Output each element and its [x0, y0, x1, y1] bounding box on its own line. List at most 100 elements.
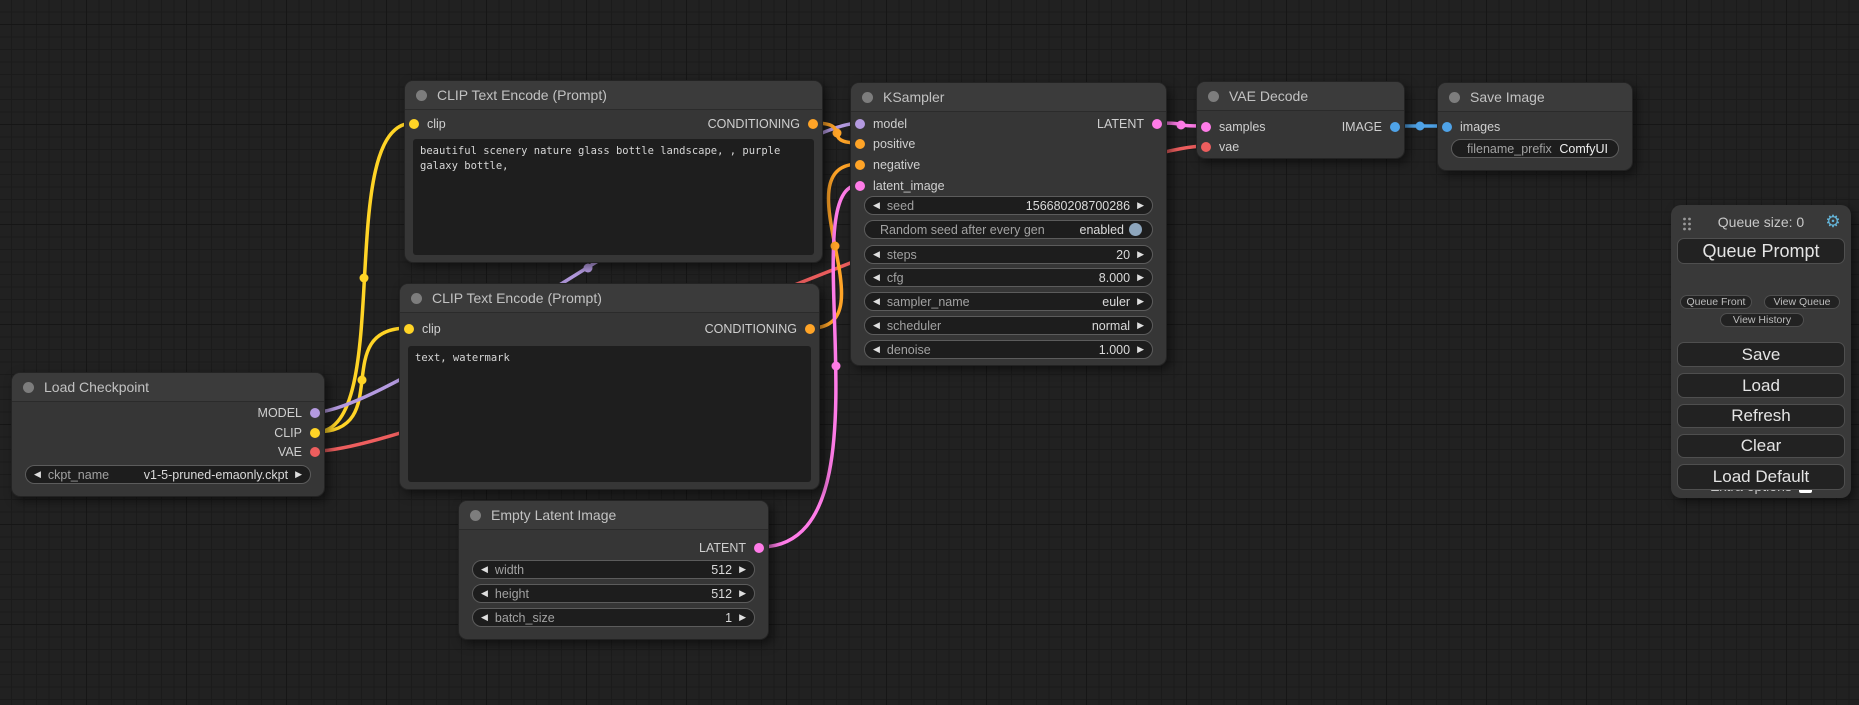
node-title-bar[interactable]: CLIP Text Encode (Prompt) [405, 81, 822, 110]
decrement-arrow-icon[interactable]: ◀ [873, 250, 880, 260]
increment-arrow-icon[interactable]: ▶ [295, 470, 302, 480]
slot-dot-conditioning[interactable] [855, 139, 865, 149]
collapse-dot-icon[interactable] [862, 92, 873, 103]
settings-gear-icon[interactable]: ⚙ [1824, 213, 1842, 231]
increment-arrow-icon[interactable]: ▶ [739, 589, 746, 599]
increment-arrow-icon[interactable]: ▶ [739, 565, 746, 575]
slot-dot-model[interactable] [855, 119, 865, 129]
output-slot-conditioning[interactable]: CONDITIONING [705, 320, 815, 338]
node-title-bar[interactable]: CLIP Text Encode (Prompt) [400, 284, 819, 313]
input-slot-clip[interactable]: clip [404, 320, 441, 338]
node-title-bar[interactable]: Load Checkpoint [12, 373, 324, 402]
input-slot-vae[interactable]: vae [1201, 138, 1239, 156]
decrement-arrow-icon[interactable]: ◀ [873, 273, 880, 283]
slot-dot-conditioning[interactable] [855, 160, 865, 170]
collapse-dot-icon[interactable] [470, 510, 481, 521]
node-clip-text-encode-negative[interactable]: CLIP Text Encode (Prompt) clip CONDITION… [399, 283, 820, 490]
batch-size-widget[interactable]: ◀ batch_size 1 ▶ [472, 608, 755, 627]
decrement-arrow-icon[interactable]: ◀ [481, 613, 488, 623]
denoise-widget[interactable]: ◀ denoise 1.000 ▶ [864, 340, 1153, 359]
increment-arrow-icon[interactable]: ▶ [1137, 297, 1144, 307]
collapse-dot-icon[interactable] [411, 293, 422, 304]
random-seed-toggle[interactable]: Random seed after every gen enabled [864, 220, 1153, 239]
decrement-arrow-icon[interactable]: ◀ [34, 470, 41, 480]
node-ksampler[interactable]: KSampler model positive negative latent_… [850, 82, 1167, 366]
slot-dot-latent[interactable] [1201, 122, 1211, 132]
decrement-arrow-icon[interactable]: ◀ [481, 565, 488, 575]
node-title-bar[interactable]: Save Image [1438, 83, 1632, 112]
slot-dot-image[interactable] [1442, 122, 1452, 132]
output-slot-clip[interactable]: CLIP [274, 424, 320, 442]
steps-widget[interactable]: ◀ steps 20 ▶ [864, 245, 1153, 264]
toggle-knob-icon[interactable] [1129, 223, 1142, 236]
slot-dot-clip[interactable] [404, 324, 414, 334]
output-slot-latent[interactable]: LATENT [699, 539, 764, 557]
load-button[interactable]: Load [1677, 373, 1845, 398]
cfg-widget[interactable]: ◀ cfg 8.000 ▶ [864, 268, 1153, 287]
decrement-arrow-icon[interactable]: ◀ [873, 297, 880, 307]
seed-widget[interactable]: ◀ seed 156680208700286 ▶ [864, 196, 1153, 215]
collapse-dot-icon[interactable] [1449, 92, 1460, 103]
increment-arrow-icon[interactable]: ▶ [1137, 321, 1144, 331]
slot-dot-conditioning[interactable] [808, 119, 818, 129]
collapse-dot-icon[interactable] [416, 90, 427, 101]
slot-dot-clip[interactable] [409, 119, 419, 129]
increment-arrow-icon[interactable]: ▶ [739, 613, 746, 623]
output-slot-vae[interactable]: VAE [278, 443, 320, 461]
node-save-image[interactable]: Save Image images filename_prefix ComfyU… [1437, 82, 1633, 171]
node-load-checkpoint[interactable]: Load Checkpoint MODEL CLIP VAE ◀ ckpt_na… [11, 372, 325, 497]
slot-dot-vae[interactable] [310, 447, 320, 457]
node-empty-latent-image[interactable]: Empty Latent Image LATENT ◀ width 512 ▶ … [458, 500, 769, 640]
decrement-arrow-icon[interactable]: ◀ [873, 321, 880, 331]
node-title-bar[interactable]: Empty Latent Image [459, 501, 768, 530]
negative-prompt-textarea[interactable]: text, watermark [408, 346, 811, 482]
output-slot-image[interactable]: IMAGE [1342, 118, 1400, 136]
node-graph-canvas[interactable]: Load Checkpoint MODEL CLIP VAE ◀ ckpt_na… [0, 0, 1859, 705]
input-slot-negative[interactable]: negative [855, 156, 920, 174]
input-slot-positive[interactable]: positive [855, 135, 915, 153]
slot-dot-image[interactable] [1390, 122, 1400, 132]
node-vae-decode[interactable]: VAE Decode samples vae IMAGE [1196, 81, 1405, 159]
refresh-button[interactable]: Refresh [1677, 404, 1845, 428]
positive-prompt-textarea[interactable]: beautiful scenery nature glass bottle la… [413, 139, 814, 255]
input-slot-latent-image[interactable]: latent_image [855, 177, 945, 195]
view-queue-button[interactable]: View Queue [1764, 295, 1840, 309]
height-widget[interactable]: ◀ height 512 ▶ [472, 584, 755, 603]
node-clip-text-encode-positive[interactable]: CLIP Text Encode (Prompt) clip CONDITION… [404, 80, 823, 263]
output-slot-conditioning[interactable]: CONDITIONING [708, 115, 818, 133]
clear-button[interactable]: Clear [1677, 434, 1845, 458]
ckpt-name-widget[interactable]: ◀ ckpt_name v1-5-pruned-emaonly.ckpt ▶ [25, 465, 311, 484]
input-slot-clip[interactable]: clip [409, 115, 446, 133]
queue-front-button[interactable]: Queue Front [1680, 295, 1752, 309]
output-slot-latent[interactable]: LATENT [1097, 115, 1162, 133]
node-title-bar[interactable]: VAE Decode [1197, 82, 1404, 111]
increment-arrow-icon[interactable]: ▶ [1137, 201, 1144, 211]
increment-arrow-icon[interactable]: ▶ [1137, 273, 1144, 283]
output-slot-model[interactable]: MODEL [258, 404, 320, 422]
increment-arrow-icon[interactable]: ▶ [1137, 345, 1144, 355]
slot-dot-model[interactable] [310, 408, 320, 418]
collapse-dot-icon[interactable] [23, 382, 34, 393]
input-slot-model[interactable]: model [855, 115, 907, 133]
collapse-dot-icon[interactable] [1208, 91, 1219, 102]
load-default-button[interactable]: Load Default [1677, 464, 1845, 490]
input-slot-samples[interactable]: samples [1201, 118, 1266, 136]
slot-dot-clip[interactable] [310, 428, 320, 438]
slot-dot-latent[interactable] [855, 181, 865, 191]
slot-dot-vae[interactable] [1201, 142, 1211, 152]
filename-prefix-widget[interactable]: filename_prefix ComfyUI [1451, 139, 1619, 158]
scheduler-widget[interactable]: ◀ scheduler normal ▶ [864, 316, 1153, 335]
decrement-arrow-icon[interactable]: ◀ [481, 589, 488, 599]
increment-arrow-icon[interactable]: ▶ [1137, 250, 1144, 260]
width-widget[interactable]: ◀ width 512 ▶ [472, 560, 755, 579]
slot-dot-latent[interactable] [754, 543, 764, 553]
decrement-arrow-icon[interactable]: ◀ [873, 201, 880, 211]
node-title-bar[interactable]: KSampler [851, 83, 1166, 112]
input-slot-images[interactable]: images [1442, 118, 1500, 136]
save-button[interactable]: Save [1677, 342, 1845, 367]
decrement-arrow-icon[interactable]: ◀ [873, 345, 880, 355]
view-history-button[interactable]: View History [1720, 313, 1804, 327]
sampler-name-widget[interactable]: ◀ sampler_name euler ▶ [864, 292, 1153, 311]
slot-dot-latent[interactable] [1152, 119, 1162, 129]
queue-prompt-button[interactable]: Queue Prompt [1677, 238, 1845, 264]
